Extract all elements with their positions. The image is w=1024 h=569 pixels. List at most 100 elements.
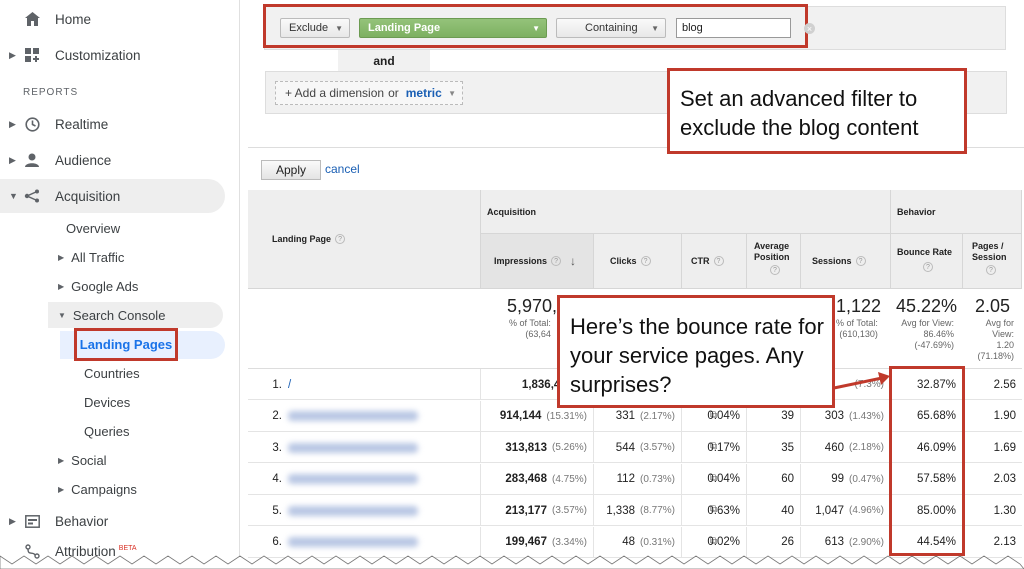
nav-landing-pages[interactable]: Landing Pages xyxy=(74,328,178,361)
impressions-value: 213,177 xyxy=(505,504,547,517)
landing-page-link[interactable] xyxy=(288,495,481,526)
impressions-pct: (3.34%) xyxy=(551,536,587,548)
col-header-pages-session[interactable]: Pages / Session? xyxy=(963,234,1022,289)
row-index: 5. xyxy=(272,504,282,517)
col-impressions-label: Impressions xyxy=(494,256,548,266)
help-icon[interactable]: ? xyxy=(855,256,866,266)
total-pages-session: 2.05 xyxy=(975,296,1011,316)
add-metric-link[interactable]: metric xyxy=(406,86,442,100)
total-bounce-rate: 45.22% xyxy=(896,296,958,316)
col-header-ctr[interactable]: CTR? xyxy=(682,234,747,289)
blurred-url[interactable] xyxy=(288,537,418,547)
nav-audience-label: Audience xyxy=(55,152,112,168)
nav-queries[interactable]: Queries xyxy=(84,418,130,444)
nav-all-traffic[interactable]: ▶ All Traffic xyxy=(58,244,124,270)
cell-impressions: 283,468 (4.75%) xyxy=(481,463,594,495)
blurred-url[interactable] xyxy=(288,442,418,453)
help-icon[interactable]: ? xyxy=(335,234,346,244)
filter-mode-dropdown[interactable]: Exclude ▼ xyxy=(280,18,350,38)
nav-behavior[interactable]: ▶ Behavior xyxy=(0,504,240,538)
total-sessions-sub-1: % of Total: xyxy=(836,318,878,328)
nav-google-ads[interactable]: ▶ Google Ads xyxy=(58,273,138,299)
landing-page-link[interactable]: / xyxy=(288,369,481,400)
landing-page-link[interactable] xyxy=(288,400,481,432)
blurred-url[interactable] xyxy=(288,411,418,421)
help-icon[interactable]: ? xyxy=(713,256,724,266)
blurred-url[interactable] xyxy=(288,505,418,516)
col-header-bounce-rate[interactable]: Bounce Rate? xyxy=(891,234,963,289)
help-icon[interactable]: ? xyxy=(986,265,996,275)
callout-arrow-icon xyxy=(833,372,890,390)
remove-filter-icon[interactable]: × xyxy=(804,23,815,34)
impressions-value: 914,144 xyxy=(499,410,542,422)
nav-acquisition[interactable]: ▼ Acquisition xyxy=(0,179,225,213)
col-header-sessions[interactable]: Sessions? xyxy=(801,234,891,289)
col-landing-page-label: Landing Page xyxy=(272,234,332,244)
cell-sessions: 1,047 (4.96%) xyxy=(801,495,891,526)
nav-campaigns-label: Campaigns xyxy=(71,481,137,497)
chevron-right-icon: ▶ xyxy=(9,515,16,526)
landing-page-text[interactable]: / xyxy=(288,379,291,391)
nav-social[interactable]: ▶ Social xyxy=(58,447,107,473)
cell-pages-session: 1.69 xyxy=(993,441,1016,454)
apply-button[interactable]: Apply xyxy=(261,160,321,180)
cell-pages-session: 2.56 xyxy=(993,378,1016,391)
total-pages-sub: Avg for View: 1.20 (71.18%) xyxy=(970,318,1014,362)
landing-page-link[interactable] xyxy=(288,432,481,463)
nav-audience[interactable]: ▶ Audience xyxy=(0,143,240,177)
bounce-rate-highlight-box xyxy=(889,366,965,556)
filter-dimension-dropdown[interactable]: Landing Page ▼ xyxy=(359,18,547,38)
col-header-impressions[interactable]: Impressions? ↓ xyxy=(481,234,594,289)
clicks-value: 112 xyxy=(616,473,635,485)
add-dimension-button[interactable]: + Add a dimension or metric ▼ xyxy=(275,81,463,105)
landing-page-link[interactable] xyxy=(288,463,481,495)
col-header-clicks[interactable]: Clicks? xyxy=(594,234,682,289)
sessions-pct: (2.18%) xyxy=(848,442,884,453)
help-icon[interactable]: ? xyxy=(770,265,780,275)
nav-search-console[interactable]: ▼ Search Console xyxy=(48,302,223,328)
clicks-pct: (0.73%) xyxy=(639,473,675,485)
caret-down-icon: ▼ xyxy=(448,88,456,98)
nav-campaigns[interactable]: ▶ Campaigns xyxy=(58,476,137,502)
total-pages-sub-4: (71.18%) xyxy=(977,351,1014,361)
behavior-icon xyxy=(24,513,40,529)
callout-bounce-rate: Here’s the bounce rate for your service … xyxy=(557,295,835,408)
total-bounce-sub-2: 86.46% xyxy=(923,329,954,339)
filter-value-input[interactable]: blog xyxy=(676,18,791,38)
nav-all-traffic-label: All Traffic xyxy=(71,249,125,265)
help-icon[interactable]: ? xyxy=(923,262,933,272)
total-sessions: 1,122 xyxy=(836,296,882,316)
help-icon[interactable]: ? xyxy=(640,256,651,266)
nav-realtime[interactable]: ▶ Realtime xyxy=(0,107,240,141)
clicks-pct: (8.77%) xyxy=(639,505,675,516)
caret-down-icon: ▼ xyxy=(532,23,540,33)
clicks-pct: (2.17%) xyxy=(639,410,675,422)
col-clicks-label: Clicks xyxy=(610,256,637,266)
cancel-link[interactable]: cancel xyxy=(325,162,360,176)
chevron-down-icon: ▼ xyxy=(58,310,66,320)
nav-countries[interactable]: Countries xyxy=(84,360,140,386)
col-header-avg-position[interactable]: Average Position? xyxy=(747,234,801,289)
row-index: 2. xyxy=(272,410,282,422)
beta-badge: BETA xyxy=(118,545,137,552)
total-sessions-sub-2: (610,130) xyxy=(839,329,878,339)
filter-match-dropdown[interactable]: Containing ▼ xyxy=(556,18,666,38)
cell-clicks: 1,338 (8.77%) xyxy=(594,495,682,526)
caret-down-icon: ▼ xyxy=(651,23,659,33)
nav-social-label: Social xyxy=(71,452,107,468)
nav-devices[interactable]: Devices xyxy=(84,389,130,415)
nav-home[interactable]: Home xyxy=(0,2,240,36)
help-icon[interactable]: ? xyxy=(551,256,562,266)
nav-customization[interactable]: ▶ Customization xyxy=(0,38,240,72)
impressions-pct: (4.75%) xyxy=(551,473,587,485)
impressions-pct: (5.26%) xyxy=(551,442,587,453)
clicks-value: 544 xyxy=(615,441,635,454)
nav-acquisition-label: Acquisition xyxy=(55,188,121,204)
col-header-landing-page[interactable]: Landing Page? xyxy=(248,190,481,289)
blurred-url[interactable] xyxy=(288,474,418,484)
total-sessions-sub: % of Total: (610,130) xyxy=(836,318,878,340)
clicks-pct: (3.57%) xyxy=(639,442,675,453)
row-index: 3. xyxy=(272,441,282,454)
nav-overview[interactable]: Overview xyxy=(66,215,120,241)
sort-desc-icon[interactable]: ↓ xyxy=(570,254,576,268)
